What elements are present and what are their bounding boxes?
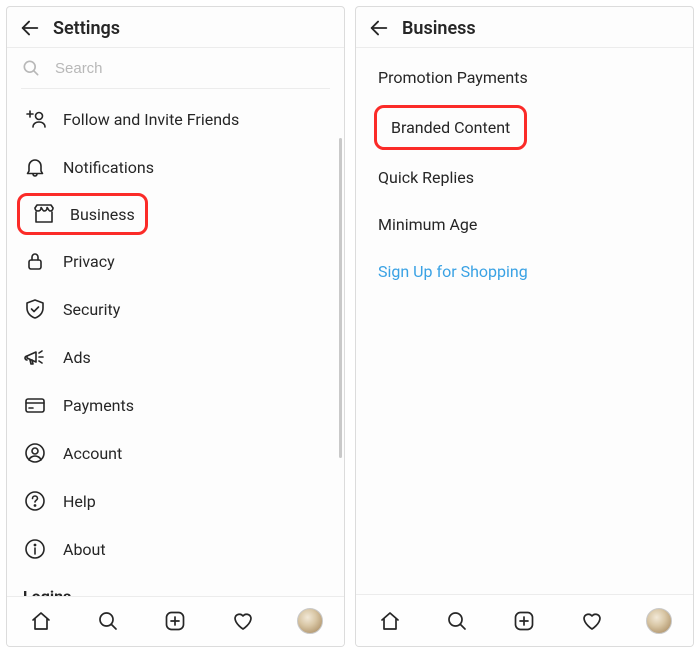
menu-notifications[interactable]: Notifications — [7, 143, 344, 191]
tab-bar — [7, 596, 344, 646]
tab-activity-icon[interactable] — [230, 608, 256, 634]
tab-activity-icon[interactable] — [579, 608, 605, 634]
info-circle-icon — [23, 537, 47, 561]
menu-account[interactable]: Account — [7, 429, 344, 477]
page-title: Settings — [53, 18, 120, 39]
storefront-icon — [32, 202, 56, 226]
section-logins: Logins — [7, 573, 344, 596]
settings-menu: Follow and Invite Friends Notifications … — [7, 95, 344, 573]
shield-icon — [23, 297, 47, 321]
menu-label: Ads — [63, 348, 91, 367]
menu-payments[interactable]: Payments — [7, 381, 344, 429]
menu-about[interactable]: About — [7, 525, 344, 573]
header: Business — [356, 7, 693, 48]
tab-home-icon[interactable] — [377, 608, 403, 634]
back-arrow-icon[interactable] — [19, 17, 41, 39]
tab-search-icon[interactable] — [444, 608, 470, 634]
scrollbar[interactable] — [339, 138, 342, 458]
menu-label: Account — [63, 444, 122, 463]
back-arrow-icon[interactable] — [368, 17, 390, 39]
menu-help[interactable]: Help — [7, 477, 344, 525]
tab-profile-avatar[interactable] — [297, 608, 323, 634]
search-icon — [21, 58, 41, 78]
menu-label: Security — [63, 300, 120, 319]
settings-content: Follow and Invite Friends Notifications … — [7, 48, 344, 596]
item-promotion-payments[interactable]: Promotion Payments — [356, 54, 693, 101]
tab-home-icon[interactable] — [28, 608, 54, 634]
search-row[interactable] — [21, 58, 330, 89]
header: Settings — [7, 7, 344, 48]
menu-follow-invite[interactable]: Follow and Invite Friends — [7, 95, 344, 143]
bell-icon — [23, 155, 47, 179]
business-menu: Promotion Payments Branded Content Quick… — [356, 48, 693, 295]
menu-label: Privacy — [63, 252, 115, 271]
item-quick-replies[interactable]: Quick Replies — [356, 154, 693, 201]
tab-profile-avatar[interactable] — [646, 608, 672, 634]
add-user-icon — [23, 107, 47, 131]
menu-privacy[interactable]: Privacy — [7, 237, 344, 285]
page-title: Business — [402, 18, 476, 39]
card-icon — [23, 393, 47, 417]
search-input[interactable] — [55, 60, 330, 77]
item-label: Minimum Age — [378, 215, 477, 234]
tab-search-icon[interactable] — [95, 608, 121, 634]
menu-label: Follow and Invite Friends — [63, 110, 239, 129]
item-label: Sign Up for Shopping — [378, 262, 528, 281]
menu-business-highlighted[interactable]: Business — [7, 191, 344, 237]
menu-label: Notifications — [63, 158, 154, 177]
item-label: Branded Content — [391, 118, 510, 137]
menu-security[interactable]: Security — [7, 285, 344, 333]
megaphone-icon — [23, 345, 47, 369]
tab-create-icon[interactable] — [162, 608, 188, 634]
item-label: Quick Replies — [378, 168, 474, 187]
item-branded-content-highlighted[interactable]: Branded Content — [356, 101, 693, 154]
item-signup-shopping[interactable]: Sign Up for Shopping — [356, 248, 693, 295]
tab-bar — [356, 594, 693, 646]
help-circle-icon — [23, 489, 47, 513]
item-minimum-age[interactable]: Minimum Age — [356, 201, 693, 248]
menu-label: Business — [70, 205, 135, 224]
lock-icon — [23, 249, 47, 273]
tab-create-icon[interactable] — [511, 608, 537, 634]
business-screen: Business Promotion Payments Branded Cont… — [355, 6, 694, 647]
settings-screen: Settings Follow and Invite Friends Notif… — [6, 6, 345, 647]
menu-label: About — [63, 540, 106, 559]
user-circle-icon — [23, 441, 47, 465]
menu-ads[interactable]: Ads — [7, 333, 344, 381]
business-content: Promotion Payments Branded Content Quick… — [356, 48, 693, 594]
menu-label: Help — [63, 492, 96, 511]
menu-label: Payments — [63, 396, 134, 415]
item-label: Promotion Payments — [378, 68, 528, 87]
